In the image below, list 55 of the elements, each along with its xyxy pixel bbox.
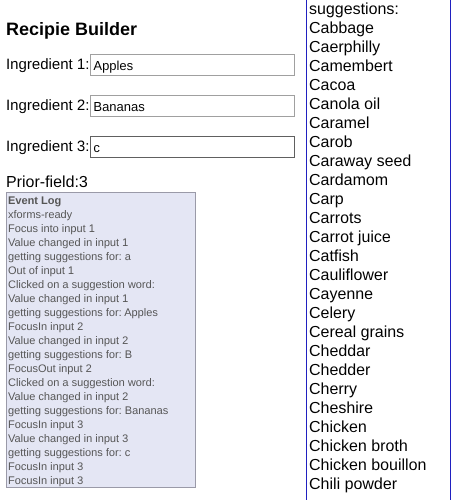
suggestion-item[interactable]: Chicken broth bbox=[309, 437, 450, 456]
suggestion-item[interactable]: Caraway seed bbox=[309, 152, 450, 171]
log-entry: Value changed in input 2 bbox=[8, 334, 130, 348]
field-label: Ingredient 2: bbox=[6, 96, 90, 116]
suggestion-item[interactable]: Chicken bouillon bbox=[309, 456, 450, 475]
suggestion-item[interactable]: Cheddar bbox=[309, 342, 450, 361]
suggestion-item[interactable]: Carrot juice bbox=[309, 228, 450, 247]
suggestion-item[interactable]: Chili powder bbox=[309, 475, 450, 494]
suggestion-item[interactable]: Camembert bbox=[309, 57, 450, 76]
log-entry: Clicked on a suggestion word: bbox=[8, 376, 156, 390]
suggestion-item[interactable]: Cherry bbox=[309, 380, 450, 399]
log-entry: getting suggestions for: Bananas bbox=[8, 404, 170, 418]
log-entry: getting suggestions for: c bbox=[8, 446, 132, 460]
input-field[interactable]: Bananas bbox=[90, 95, 296, 117]
suggestion-item[interactable]: Catfish bbox=[309, 247, 450, 266]
log-entry: Value changed in input 1 bbox=[8, 292, 130, 306]
log-entry: getting suggestions for: a bbox=[8, 250, 132, 264]
field-label: Ingredient 3: bbox=[6, 136, 90, 157]
log-entry: xforms-ready bbox=[8, 208, 74, 222]
log-entry: getting suggestions for: B bbox=[8, 348, 134, 362]
suggestion-item[interactable]: Celery bbox=[309, 304, 450, 323]
suggestion-item[interactable]: Cereal grains bbox=[309, 323, 450, 342]
suggestion-item[interactable]: Cayenne bbox=[309, 285, 450, 304]
log-entry: Clicked on a suggestion word: bbox=[8, 278, 156, 292]
log-entry: Value changed in input 2 bbox=[8, 390, 130, 404]
log-entry: Focus into input 1 bbox=[8, 222, 96, 236]
log-entry: getting suggestions for: Apples bbox=[8, 306, 159, 320]
suggestion-item[interactable]: Cacoa bbox=[309, 76, 450, 95]
suggestion-item[interactable]: Canola oil bbox=[309, 95, 450, 114]
event-log-heading: Event Log bbox=[8, 194, 62, 208]
prior-field-text: Prior-field:3 bbox=[6, 174, 89, 192]
suggestion-item[interactable]: Cheshire bbox=[309, 399, 450, 418]
log-entry: Out of input 1 bbox=[8, 264, 76, 278]
suggestion-item[interactable]: Chicken bbox=[309, 418, 450, 437]
suggestion-item[interactable]: Carp bbox=[309, 190, 450, 209]
suggestion-item[interactable]: Carrots bbox=[309, 209, 450, 228]
suggestion-item[interactable]: Carob bbox=[309, 133, 450, 152]
page-title: Recipie Builder bbox=[6, 18, 138, 40]
log-entry: FocusIn input 2 bbox=[8, 320, 84, 334]
suggestion-item[interactable]: Cabbage bbox=[309, 19, 450, 38]
field-label: Ingredient 1: bbox=[6, 54, 90, 75]
suggestion-item[interactable]: Cardamom bbox=[309, 171, 450, 190]
log-entry: Value changed in input 3 bbox=[8, 432, 130, 446]
log-entry: FocusIn input 3 bbox=[8, 418, 84, 432]
suggestion-item[interactable]: Chedder bbox=[309, 361, 450, 380]
log-entry: FocusOut input 2 bbox=[8, 362, 93, 376]
input-field[interactable]: Apples bbox=[90, 54, 296, 76]
suggestion-item[interactable]: Caerphilly bbox=[309, 38, 450, 57]
log-entry: FocusIn input 3 bbox=[8, 474, 84, 488]
log-entry: Value changed in input 1 bbox=[8, 236, 130, 250]
input-field[interactable]: c bbox=[90, 136, 296, 158]
log-entry: FocusIn input 3 bbox=[8, 460, 84, 474]
suggestion-item[interactable]: Cauliflower bbox=[309, 266, 450, 285]
suggestions-heading: suggestions: bbox=[309, 0, 400, 19]
suggestion-item[interactable]: Caramel bbox=[309, 114, 450, 133]
